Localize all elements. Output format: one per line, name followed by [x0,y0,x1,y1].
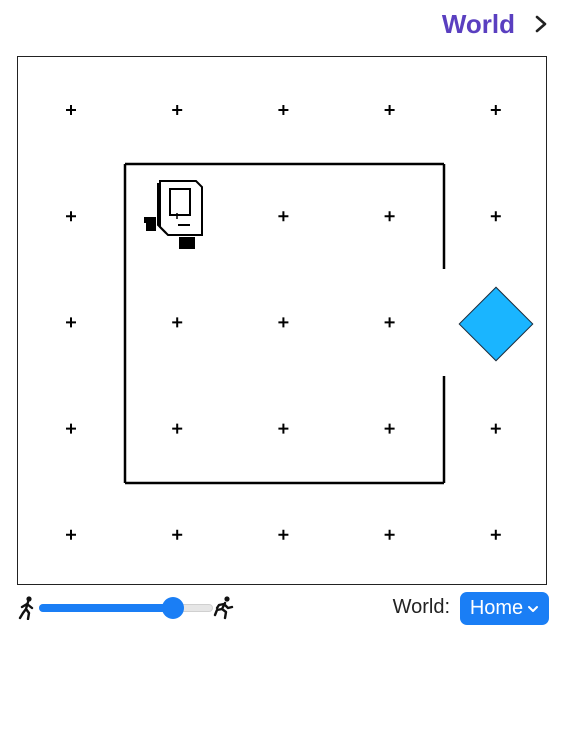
plus-icon [278,423,289,434]
plus-icon [384,211,395,222]
page-title[interactable]: World [442,9,515,40]
plus-icon [278,211,289,222]
plus-icon [278,529,289,540]
plus-icon [172,529,183,540]
slider-thumb[interactable] [161,597,184,619]
plus-icon [384,317,395,328]
chevron-right-icon[interactable] [531,14,551,34]
robot-icon [144,180,203,249]
plus-icon [172,423,183,434]
speed-slider[interactable] [39,592,213,624]
chevron-down-icon [527,597,539,620]
plus-icon [490,529,501,540]
plus-icon [490,211,501,222]
plus-icon [490,105,501,115]
plus-icon [66,317,76,328]
plus-icon [278,105,289,115]
grid-markers [66,105,501,540]
slider-fill [39,604,173,612]
world-canvas[interactable] [17,56,547,585]
plus-icon [66,423,76,434]
plus-icon [66,105,76,115]
world-select[interactable]: Home [460,592,549,625]
world-select-value: Home [469,597,524,619]
plus-icon [384,423,395,434]
plus-icon [490,423,501,434]
plus-icon [172,317,183,328]
header: World [442,6,551,42]
controls-bar: World: Home [17,592,549,626]
plus-icon [66,529,76,540]
plus-icon [66,211,76,222]
world-select-label: World: [392,596,450,618]
plus-icon [384,529,395,540]
plus-icon [384,105,395,115]
walking-person-icon [17,596,39,621]
diamond-goal-icon [458,286,534,362]
plus-icon [278,317,289,328]
running-person-icon [213,596,235,620]
plus-icon [172,105,183,115]
